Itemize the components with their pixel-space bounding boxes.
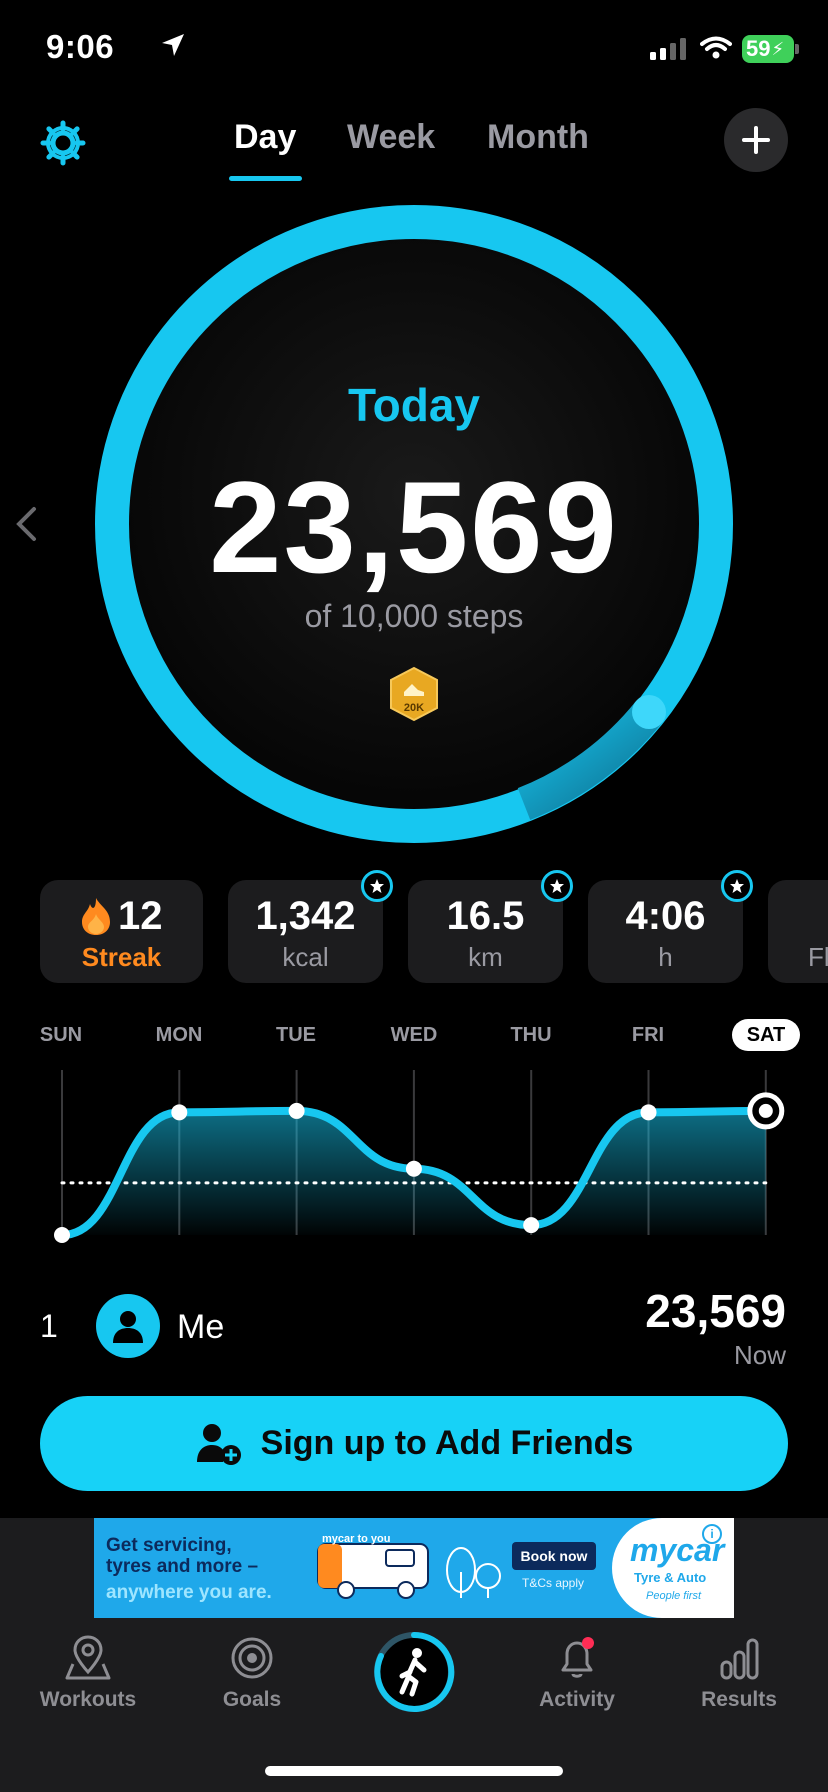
status-time: 9:06 [46, 28, 115, 65]
ad-book-now-button[interactable]: Book now [512, 1542, 596, 1570]
battery-level: 59 [746, 36, 771, 61]
ad-brand-panel: mycar Tyre & Auto People first i [612, 1518, 734, 1618]
ad-headline-2: tyres and more – [106, 1556, 259, 1577]
nav-workouts[interactable]: Workouts [18, 1634, 158, 1712]
tab-day[interactable]: Day [234, 118, 296, 157]
distance-card[interactable]: 16.5 km [408, 870, 573, 983]
van-illustration-icon: mycar to you [317, 1533, 501, 1599]
nav-goals-label: Goals [222, 1688, 282, 1711]
target-icon [231, 1637, 273, 1679]
chart-point-wed[interactable] [405, 1160, 422, 1177]
nav-results-label: Results [701, 1688, 777, 1711]
day-label-mon[interactable]: MON [139, 1024, 219, 1047]
duration-card[interactable]: 4:06 h [588, 870, 753, 983]
ad-slogan: People first [646, 1590, 702, 1602]
home-indicator [265, 1766, 563, 1776]
day-label-sat-selected[interactable]: SAT [732, 1019, 800, 1051]
ad-headline-3: anywhere you are. [106, 1582, 272, 1603]
today-step-count: 23,569 [209, 454, 619, 600]
user-icon [113, 1311, 143, 1343]
20k-achievement-badge-icon[interactable]: 20K [388, 666, 440, 722]
duration-unit: h [658, 942, 673, 972]
battery-indicator: 59 ⚡ [742, 35, 794, 63]
leaderboard-steps: 23,569 [645, 1285, 786, 1337]
calories-card[interactable]: 1,342 kcal [228, 870, 393, 983]
nav-workouts-label: Workouts [39, 1688, 137, 1711]
day-label-thu[interactable]: THU [491, 1024, 571, 1047]
streak-label: Streak [81, 942, 162, 972]
today-label: Today [347, 379, 481, 431]
ad-van-label: mycar to you [322, 1533, 390, 1545]
calories-unit: kcal [282, 942, 329, 972]
weekly-steps-chart[interactable] [0, 1060, 828, 1260]
location-arrow-icon [162, 34, 184, 56]
distance-unit: km [468, 942, 503, 972]
charging-bolt-icon: ⚡ [771, 38, 785, 59]
day-label-tue[interactable]: TUE [256, 1024, 336, 1047]
bar-chart-icon [720, 1638, 759, 1680]
chart-point-fri[interactable] [640, 1104, 657, 1121]
chart-point-tue[interactable] [288, 1102, 305, 1119]
star-badge-icon [541, 870, 573, 902]
sign-up-label: Sign up to Add Friends [260, 1424, 634, 1462]
battery-cap [795, 44, 799, 54]
chart-point-mon[interactable] [171, 1104, 188, 1121]
ad-headline-1: Get servicing, [106, 1535, 232, 1556]
cellular-signal-icon [650, 38, 686, 60]
gear-icon[interactable] [40, 120, 86, 166]
ad-banner[interactable]: Get servicing, tyres and more – anywhere… [94, 1518, 734, 1618]
previous-day-chevron-icon[interactable] [14, 506, 38, 542]
streak-count: 12 [118, 894, 163, 938]
star-badge-icon [721, 870, 753, 902]
leaderboard-rank: 1 [40, 1308, 58, 1344]
plus-icon [742, 126, 770, 154]
chart-point-sat-center [758, 1103, 773, 1118]
tab-month[interactable]: Month [487, 118, 589, 157]
day-label-fri[interactable]: FRI [608, 1024, 688, 1047]
sign-up-add-friends-button[interactable]: Sign up to Add Friends [40, 1396, 788, 1491]
tab-week[interactable]: Week [347, 118, 435, 157]
star-badge-icon [361, 870, 393, 902]
nav-activity[interactable]: Activity [507, 1634, 647, 1712]
streak-card[interactable]: 12 Streak [40, 880, 203, 983]
calories-value: 1,342 [255, 894, 356, 938]
active-tab-indicator [229, 176, 302, 181]
nav-goals[interactable]: Goals [182, 1634, 322, 1712]
distance-value: 16.5 [446, 894, 525, 938]
ad-tagline: Tyre & Auto [634, 1570, 707, 1585]
ad-terms: T&Cs apply [522, 1576, 585, 1590]
add-friend-icon [196, 1423, 241, 1465]
floors-unit: Fl [808, 942, 828, 972]
avatar[interactable] [96, 1294, 160, 1358]
add-button[interactable] [724, 108, 788, 172]
walking-icon[interactable] [372, 1630, 456, 1714]
duration-value: 4:06 [625, 894, 706, 938]
wifi-icon [700, 36, 732, 59]
leaderboard-name: Me [177, 1308, 225, 1346]
chart-point-sun[interactable] [54, 1227, 70, 1243]
day-label-sun[interactable]: SUN [21, 1024, 101, 1047]
step-goal-text: of 10,000 steps [304, 598, 524, 634]
day-label-wed[interactable]: WED [374, 1024, 454, 1047]
map-pin-icon [65, 1635, 111, 1680]
nav-activity-label: Activity [539, 1688, 615, 1711]
leaderboard-time: Now [733, 1340, 786, 1370]
bell-icon [561, 1637, 594, 1678]
nav-results[interactable]: Results [669, 1634, 809, 1712]
badge-label: 20K [404, 702, 424, 714]
chart-point-thu[interactable] [523, 1217, 540, 1234]
floors-card-partial[interactable]: Fl [768, 880, 828, 983]
ad-info-icon[interactable]: i [702, 1524, 722, 1544]
flame-icon [82, 898, 110, 935]
